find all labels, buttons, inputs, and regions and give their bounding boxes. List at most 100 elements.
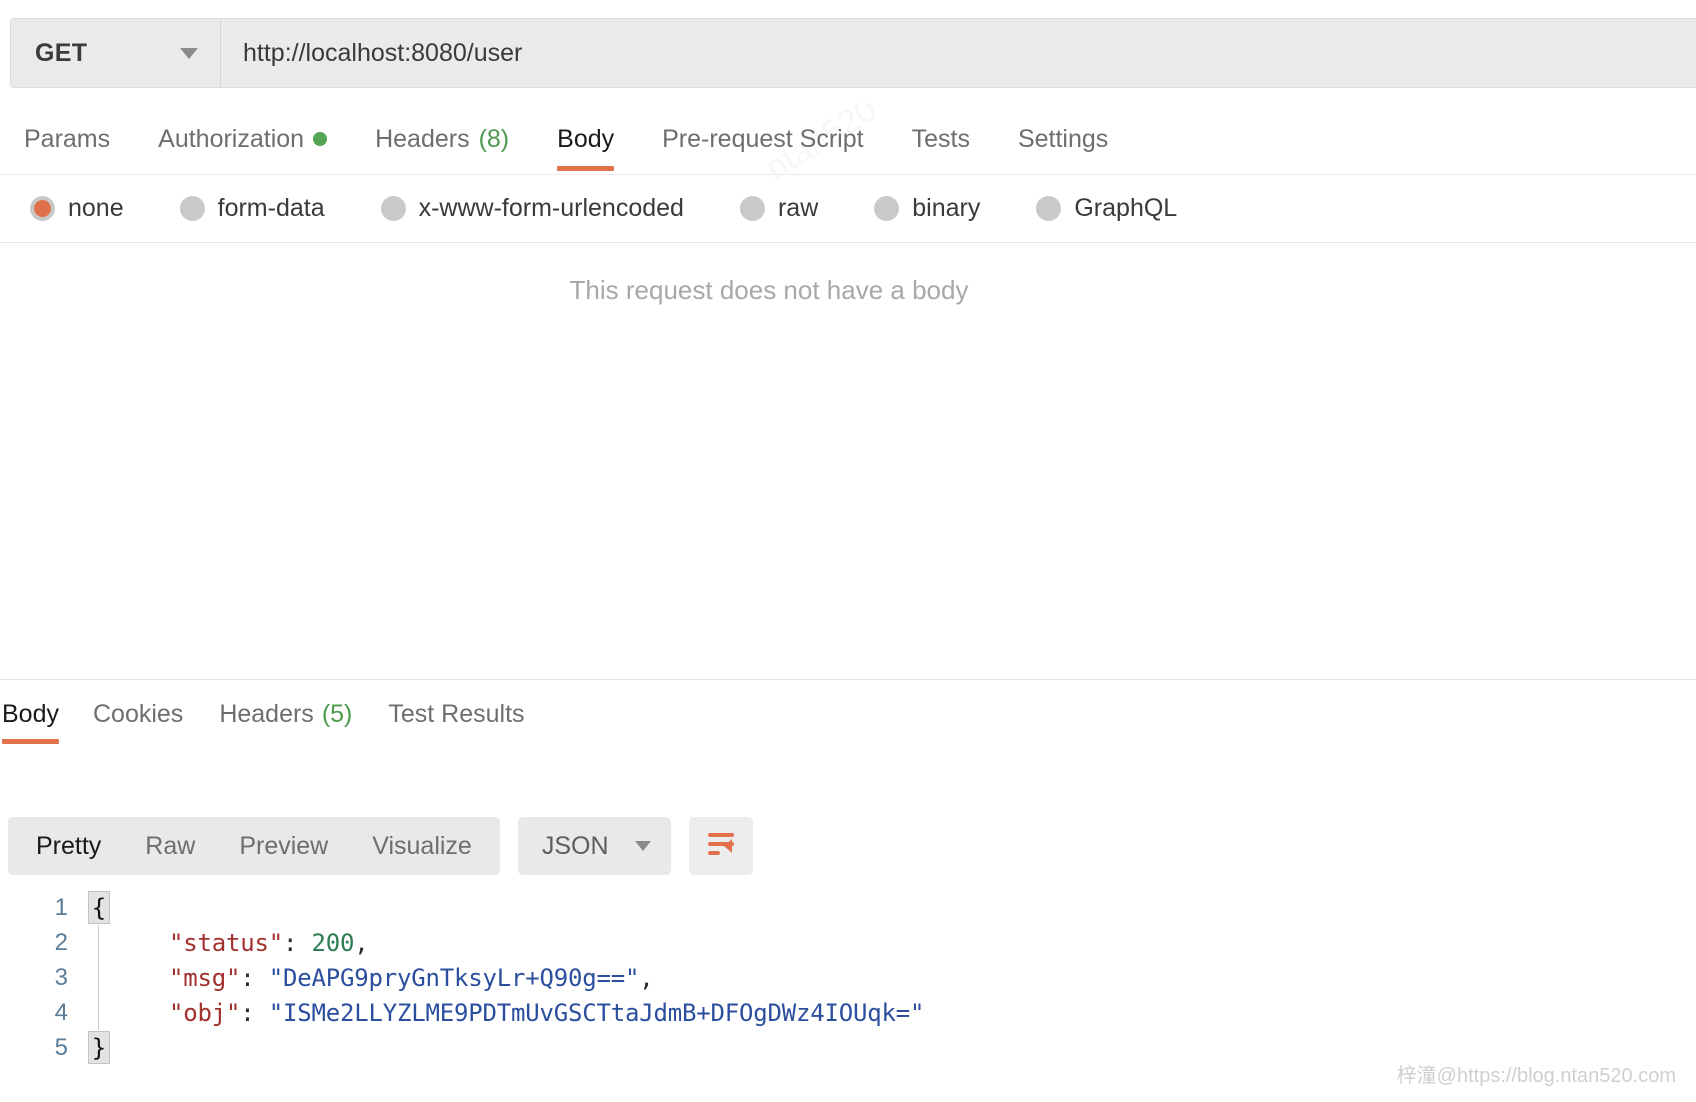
radio-unselected-icon[interactable]: [380, 196, 406, 221]
http-method-dropdown[interactable]: GET: [11, 19, 221, 87]
code-token: :: [240, 998, 269, 1027]
empty-body-message: This request does not have a body: [569, 275, 969, 305]
response-tab-cookies[interactable]: Cookies: [75, 680, 201, 748]
line-number: 2: [54, 928, 68, 956]
radio-unselected-icon[interactable]: [179, 196, 205, 221]
request-tab-tests[interactable]: Tests: [888, 103, 994, 175]
request-tab-label: Params: [24, 124, 111, 153]
response-tab-headers[interactable]: Headers (5): [201, 680, 370, 748]
chevron-down-icon: [180, 47, 198, 59]
code-fold-gutter: }: [88, 1030, 112, 1065]
response-tab-label: Cookies: [92, 699, 184, 728]
code-fold-gutter: {: [88, 890, 112, 925]
code-token: :: [240, 963, 269, 992]
code-token: 200: [311, 928, 355, 957]
line-number: 5: [54, 1033, 68, 1061]
body-type-label: form-data: [217, 194, 325, 222]
code-fold-gutter: [88, 925, 112, 960]
request-tab-label: Pre-request Script: [662, 124, 864, 153]
body-type-graphql[interactable]: GraphQL: [1020, 194, 1193, 223]
body-type-none[interactable]: none: [14, 194, 140, 223]
code-token: ,: [639, 963, 654, 992]
code-line: 2 "status": 200,: [0, 925, 1696, 960]
code-line: 3 "msg": "DeAPG9pryGnTksyLr+Q90g==",: [0, 960, 1696, 995]
chevron-down-icon: [634, 841, 651, 851]
radio-unselected-icon[interactable]: [1036, 196, 1062, 221]
code-token: "ISMe2LLYZLME9PDTmUvGSCTtaJdmB+DFOgDWz4I…: [268, 998, 925, 1027]
body-type-label: none: [68, 194, 124, 222]
code-line: 5}: [0, 1030, 1696, 1065]
code-line-content: "msg": "DeAPG9pryGnTksyLr+Q90g==",: [112, 963, 654, 992]
code-line: 4 "obj": "ISMe2LLYZLME9PDTmUvGSCTtaJdmB+…: [0, 995, 1696, 1030]
active-tab-underline: [2, 739, 59, 744]
view-mode-visualize[interactable]: Visualize: [350, 817, 494, 875]
response-tab-count: (5): [321, 699, 353, 728]
url-bar: GET http://localhost:8080/user: [10, 18, 1696, 88]
response-body-code-viewer[interactable]: 1{2 "status": 200, 3 "msg": "DeAPG9pryGnT…: [0, 890, 1696, 1102]
code-line-content: "status": 200,: [112, 929, 369, 957]
body-type-radio-group: none form-data x-www-form-urlencoded raw bin…: [0, 175, 1696, 243]
response-tab-test-results[interactable]: Test Results: [370, 680, 542, 748]
request-tab-bar: Params Authorization Headers (8) Body Pre-req…: [0, 103, 1696, 175]
response-tab-label: Test Results: [388, 699, 525, 728]
radio-selected-icon[interactable]: [30, 196, 55, 221]
code-token: :: [283, 928, 312, 957]
response-tab-body[interactable]: Body: [0, 680, 75, 748]
active-tab-underline: [557, 166, 615, 171]
word-wrap-button[interactable]: [688, 817, 753, 875]
request-tab-label: Authorization: [158, 124, 305, 153]
request-tab-pre-request-script[interactable]: Pre-request Script: [638, 103, 887, 175]
request-tab-count: (8): [478, 124, 510, 153]
request-body-panel: This request does not have a body: [0, 243, 1696, 680]
response-tab-bar: Body Cookies Headers (5) Test Results: [0, 680, 1696, 748]
line-number: 3: [54, 963, 68, 991]
request-tab-authorization[interactable]: Authorization: [134, 103, 351, 175]
response-format-toolbar: Pretty Raw Preview Visualize JSON: [8, 817, 753, 875]
request-tab-label: Body: [557, 124, 615, 153]
body-type-form-data[interactable]: form-data: [164, 194, 341, 223]
body-type-label: raw: [777, 194, 819, 222]
code-fold-gutter: [88, 995, 112, 1030]
url-input[interactable]: http://localhost:8080/user: [221, 19, 1696, 87]
response-language-dropdown[interactable]: JSON: [517, 817, 671, 875]
response-tab-label: Headers: [219, 699, 314, 728]
request-tab-headers[interactable]: Headers (8): [351, 103, 533, 175]
code-token: ,: [354, 928, 369, 957]
radio-unselected-icon[interactable]: [739, 196, 765, 221]
code-fold-gutter: [88, 960, 112, 995]
code-token: "status": [169, 928, 283, 957]
radio-unselected-icon[interactable]: [874, 196, 900, 221]
request-tab-body[interactable]: Body: [533, 103, 638, 175]
response-view-mode-group: Pretty Raw Preview Visualize: [8, 817, 500, 875]
response-language-label: JSON: [541, 831, 609, 860]
body-type-x-www-form-urlencoded[interactable]: x-www-form-urlencoded: [365, 194, 700, 223]
http-method-label: GET: [35, 38, 88, 67]
view-mode-raw[interactable]: Raw: [123, 817, 217, 875]
view-mode-pretty[interactable]: Pretty: [14, 817, 123, 875]
code-fold-toggle[interactable]: }: [88, 1031, 110, 1064]
code-fold-guide: [98, 995, 99, 1030]
body-type-binary[interactable]: binary: [858, 194, 996, 223]
code-fold-guide: [98, 960, 99, 995]
code-fold-toggle[interactable]: {: [88, 891, 110, 924]
code-line-content: "obj": "ISMe2LLYZLME9PDTmUvGSCTtaJdmB+DF…: [112, 999, 924, 1027]
auth-configured-dot-icon: [313, 132, 328, 146]
code-token: "DeAPG9pryGnTksyLr+Q90g==": [268, 963, 640, 992]
request-tab-label: Headers: [375, 124, 470, 153]
line-number: 1: [54, 893, 68, 921]
code-token: "msg": [169, 963, 241, 992]
code-token: "obj": [169, 998, 241, 1027]
request-tab-params[interactable]: Params: [0, 103, 134, 175]
code-line: 1{: [0, 890, 1696, 925]
body-type-label: x-www-form-urlencoded: [418, 194, 684, 222]
line-number: 4: [54, 998, 68, 1026]
url-bar-container: GET http://localhost:8080/user: [0, 0, 1696, 103]
view-mode-preview[interactable]: Preview: [217, 817, 350, 875]
body-type-label: binary: [912, 194, 981, 222]
request-tab-settings[interactable]: Settings: [994, 103, 1132, 175]
response-tab-label: Body: [2, 699, 59, 728]
body-type-raw[interactable]: raw: [724, 194, 834, 223]
